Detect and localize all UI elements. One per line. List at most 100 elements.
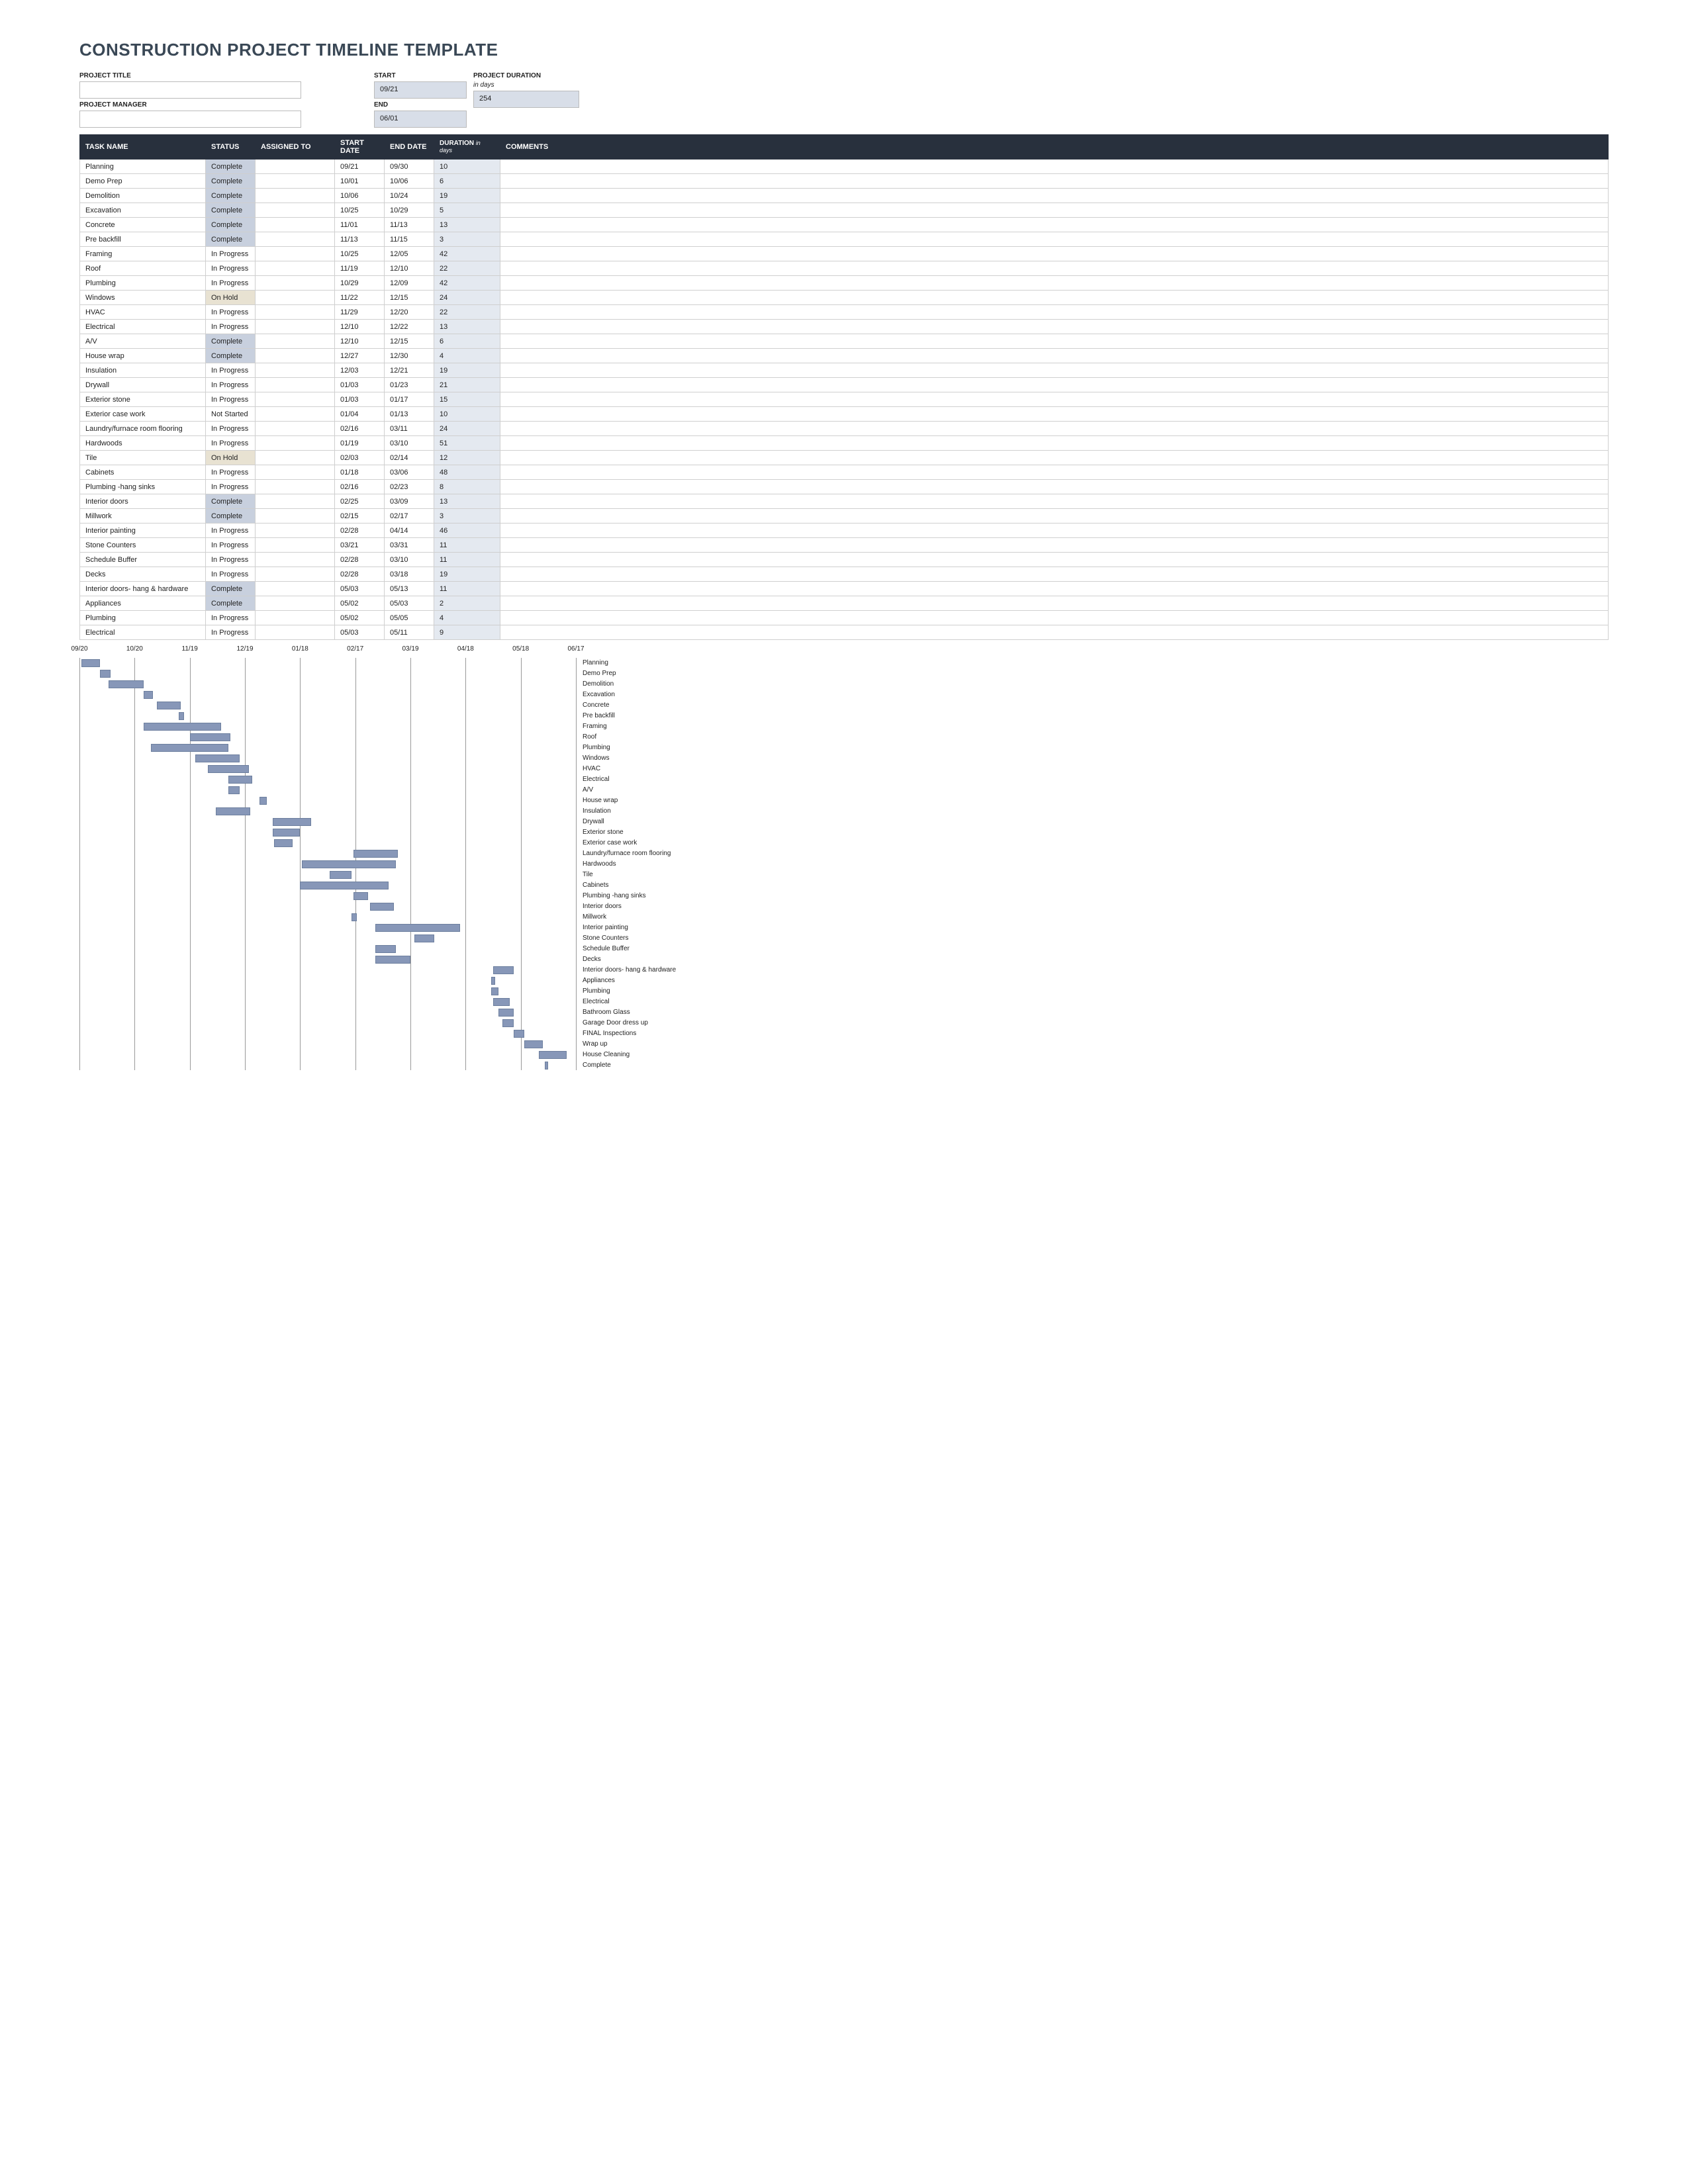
cell-assigned[interactable] <box>256 523 335 538</box>
cell-start[interactable]: 11/19 <box>335 261 385 276</box>
cell-task-name[interactable]: HVAC <box>80 305 206 320</box>
cell-start[interactable]: 11/29 <box>335 305 385 320</box>
cell-comments[interactable] <box>500 553 1609 567</box>
cell-task-name[interactable]: Millwork <box>80 509 206 523</box>
cell-status[interactable]: In Progress <box>206 567 256 582</box>
cell-duration[interactable]: 51 <box>434 436 500 451</box>
cell-end[interactable]: 12/20 <box>385 305 434 320</box>
cell-assigned[interactable] <box>256 509 335 523</box>
cell-start[interactable]: 01/19 <box>335 436 385 451</box>
cell-start[interactable]: 11/22 <box>335 291 385 305</box>
cell-task-name[interactable]: Hardwoods <box>80 436 206 451</box>
cell-start[interactable]: 01/03 <box>335 378 385 392</box>
cell-task-name[interactable]: Schedule Buffer <box>80 553 206 567</box>
cell-task-name[interactable]: Concrete <box>80 218 206 232</box>
cell-assigned[interactable] <box>256 203 335 218</box>
cell-status[interactable]: Complete <box>206 189 256 203</box>
cell-status[interactable]: In Progress <box>206 261 256 276</box>
cell-assigned[interactable] <box>256 363 335 378</box>
cell-status[interactable]: In Progress <box>206 247 256 261</box>
cell-start[interactable]: 05/03 <box>335 582 385 596</box>
cell-status[interactable]: On Hold <box>206 451 256 465</box>
cell-task-name[interactable]: Exterior case work <box>80 407 206 422</box>
cell-assigned[interactable] <box>256 159 335 174</box>
cell-assigned[interactable] <box>256 465 335 480</box>
cell-assigned[interactable] <box>256 494 335 509</box>
cell-status[interactable]: In Progress <box>206 436 256 451</box>
cell-status[interactable]: Not Started <box>206 407 256 422</box>
cell-comments[interactable] <box>500 509 1609 523</box>
cell-end[interactable]: 05/05 <box>385 611 434 625</box>
cell-task-name[interactable]: Interior doors- hang & hardware <box>80 582 206 596</box>
cell-status[interactable]: In Progress <box>206 625 256 640</box>
cell-start[interactable]: 10/01 <box>335 174 385 189</box>
cell-end[interactable]: 10/06 <box>385 174 434 189</box>
cell-duration[interactable]: 6 <box>434 334 500 349</box>
cell-task-name[interactable]: A/V <box>80 334 206 349</box>
cell-end[interactable]: 01/13 <box>385 407 434 422</box>
cell-comments[interactable] <box>500 392 1609 407</box>
cell-assigned[interactable] <box>256 276 335 291</box>
cell-duration[interactable]: 4 <box>434 349 500 363</box>
cell-assigned[interactable] <box>256 378 335 392</box>
cell-task-name[interactable]: Electrical <box>80 320 206 334</box>
cell-task-name[interactable]: Plumbing -hang sinks <box>80 480 206 494</box>
cell-status[interactable]: In Progress <box>206 392 256 407</box>
cell-assigned[interactable] <box>256 320 335 334</box>
cell-comments[interactable] <box>500 334 1609 349</box>
cell-end[interactable]: 09/30 <box>385 159 434 174</box>
cell-start[interactable]: 05/02 <box>335 611 385 625</box>
cell-end[interactable]: 10/24 <box>385 189 434 203</box>
cell-comments[interactable] <box>500 203 1609 218</box>
cell-comments[interactable] <box>500 247 1609 261</box>
cell-assigned[interactable] <box>256 189 335 203</box>
cell-start[interactable]: 02/28 <box>335 553 385 567</box>
cell-duration[interactable]: 10 <box>434 407 500 422</box>
cell-status[interactable]: In Progress <box>206 320 256 334</box>
cell-comments[interactable] <box>500 349 1609 363</box>
cell-end[interactable]: 12/15 <box>385 334 434 349</box>
cell-end[interactable]: 05/03 <box>385 596 434 611</box>
cell-comments[interactable] <box>500 625 1609 640</box>
cell-duration[interactable]: 10 <box>434 159 500 174</box>
cell-comments[interactable] <box>500 320 1609 334</box>
cell-status[interactable]: In Progress <box>206 276 256 291</box>
cell-status[interactable]: Complete <box>206 509 256 523</box>
cell-status[interactable]: In Progress <box>206 422 256 436</box>
cell-task-name[interactable]: Electrical <box>80 625 206 640</box>
cell-status[interactable]: In Progress <box>206 305 256 320</box>
cell-assigned[interactable] <box>256 553 335 567</box>
cell-comments[interactable] <box>500 436 1609 451</box>
cell-duration[interactable]: 13 <box>434 320 500 334</box>
cell-comments[interactable] <box>500 422 1609 436</box>
cell-task-name[interactable]: Demolition <box>80 189 206 203</box>
cell-start[interactable]: 12/03 <box>335 363 385 378</box>
cell-end[interactable]: 03/10 <box>385 553 434 567</box>
cell-comments[interactable] <box>500 305 1609 320</box>
cell-assigned[interactable] <box>256 480 335 494</box>
cell-end[interactable]: 12/30 <box>385 349 434 363</box>
cell-comments[interactable] <box>500 611 1609 625</box>
cell-end[interactable]: 12/10 <box>385 261 434 276</box>
cell-status[interactable]: Complete <box>206 334 256 349</box>
cell-duration[interactable]: 12 <box>434 451 500 465</box>
cell-status[interactable]: Complete <box>206 596 256 611</box>
cell-status[interactable]: Complete <box>206 218 256 232</box>
cell-end[interactable]: 12/22 <box>385 320 434 334</box>
cell-end[interactable]: 01/17 <box>385 392 434 407</box>
cell-status[interactable]: In Progress <box>206 611 256 625</box>
cell-duration[interactable]: 42 <box>434 247 500 261</box>
cell-task-name[interactable]: Stone Counters <box>80 538 206 553</box>
cell-task-name[interactable]: Laundry/furnace room flooring <box>80 422 206 436</box>
cell-task-name[interactable]: Interior doors <box>80 494 206 509</box>
cell-start[interactable]: 01/04 <box>335 407 385 422</box>
cell-start[interactable]: 02/25 <box>335 494 385 509</box>
cell-start[interactable]: 02/15 <box>335 509 385 523</box>
cell-assigned[interactable] <box>256 567 335 582</box>
cell-end[interactable]: 12/15 <box>385 291 434 305</box>
cell-comments[interactable] <box>500 582 1609 596</box>
cell-start[interactable]: 02/16 <box>335 422 385 436</box>
cell-end[interactable]: 12/05 <box>385 247 434 261</box>
cell-start[interactable]: 12/10 <box>335 334 385 349</box>
cell-status[interactable]: Complete <box>206 159 256 174</box>
